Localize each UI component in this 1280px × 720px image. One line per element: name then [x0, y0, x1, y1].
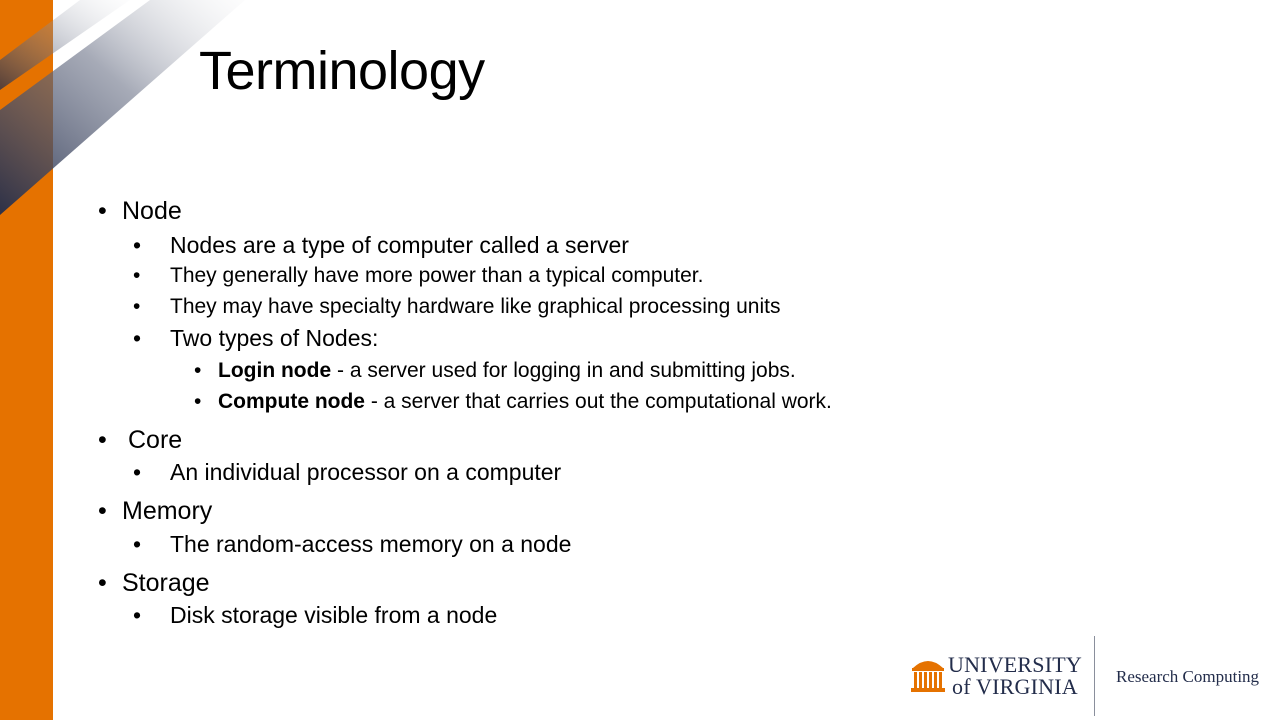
bullet-dot: • [98, 569, 107, 597]
rotunda-icon [911, 661, 945, 692]
term: Compute node [218, 390, 365, 413]
bullet-dot: • [98, 426, 107, 454]
university-wordmark: UNIVERSITY of VIRGINIA [948, 654, 1082, 698]
list-item-text: Two types of Nodes: [170, 325, 379, 351]
list-item-text: The random-access memory on a node [170, 531, 572, 557]
list-item-login-node: • Login node - a server used for logging… [194, 358, 796, 384]
bullet-dot: • [133, 232, 142, 258]
bullet-dot: • [194, 359, 202, 382]
list-item: • They generally have more power than a … [133, 263, 703, 289]
bullet-list: • Node • Nodes are a type of computer ca… [0, 0, 1280, 720]
list-item-text: Login node - a server used for logging i… [218, 359, 796, 382]
list-item-text: An individual processor on a computer [170, 459, 562, 485]
bullet-dot: • [133, 325, 142, 351]
list-item-core: • Core [98, 425, 182, 455]
list-item-text: Nodes are a type of computer called a se… [170, 232, 629, 258]
list-item: • They may have specialty hardware like … [133, 294, 780, 320]
university-line1: UNIVERSITY [948, 652, 1082, 677]
list-item: • The random-access memory on a node [133, 530, 571, 558]
bullet-dot: • [133, 264, 141, 287]
bullet-dot: • [133, 531, 142, 557]
term-description: - a server used for logging in and submi… [331, 359, 796, 382]
footer-divider [1094, 636, 1095, 716]
list-item-text: They may have specialty hardware like gr… [170, 295, 781, 318]
list-item-node: • Node [98, 196, 182, 226]
bullet-dot: • [194, 390, 202, 413]
list-item-label: Memory [122, 497, 213, 525]
list-item: • Disk storage visible from a node [133, 601, 497, 629]
bullet-dot: • [98, 497, 107, 525]
list-item: • An individual processor on a computer [133, 458, 561, 486]
list-item: • Two types of Nodes: [133, 324, 378, 352]
list-item-compute-node: • Compute node - a server that carries o… [194, 389, 832, 415]
bullet-dot: • [133, 295, 141, 318]
department-name: Research Computing [1116, 667, 1260, 686]
term: Login node [218, 359, 332, 382]
term-description: - a server that carries out the computat… [365, 390, 832, 413]
list-item: • Nodes are a type of computer called a … [133, 231, 629, 259]
bullet-dot: • [98, 197, 107, 225]
list-item-text: Disk storage visible from a node [170, 602, 498, 628]
list-item-storage: • Storage [98, 568, 210, 598]
list-item-text: Compute node - a server that carries out… [218, 390, 832, 413]
list-item-text: They generally have more power than a ty… [170, 264, 704, 287]
list-item-memory: • Memory [98, 496, 212, 526]
bullet-dot: • [133, 602, 142, 628]
list-item-label: Node [122, 197, 182, 225]
university-line2: of VIRGINIA [952, 674, 1078, 699]
bullet-dot: • [133, 459, 142, 485]
list-item-label: Storage [122, 569, 210, 597]
list-item-label: Core [128, 426, 183, 454]
